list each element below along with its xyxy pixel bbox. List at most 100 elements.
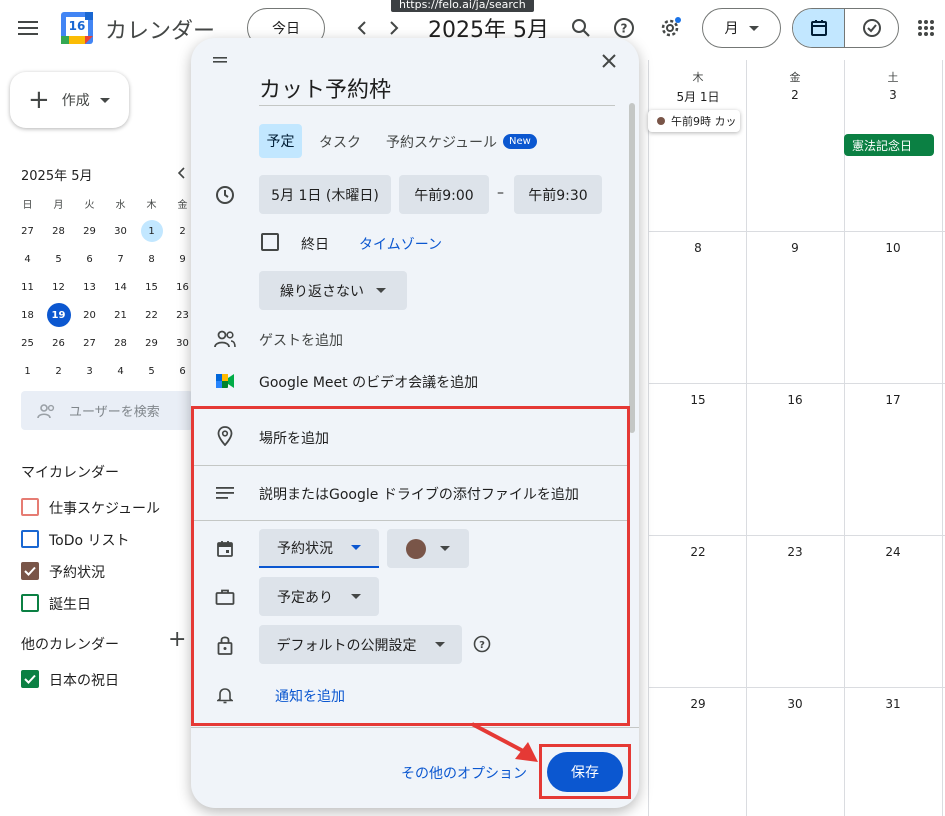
day-number[interactable]: 30 <box>780 697 810 711</box>
mini-day[interactable]: 28 <box>43 217 74 245</box>
scrollbar[interactable] <box>629 103 635 433</box>
calendar-checkbox-checked[interactable] <box>21 670 39 688</box>
mini-day-selected-label: 1 <box>140 220 163 242</box>
mini-day[interactable]: 4 <box>12 245 43 273</box>
mini-day[interactable]: 6 <box>74 245 105 273</box>
search-icon[interactable] <box>569 16 593 40</box>
view-toggle <box>792 8 899 48</box>
chevron-down-icon <box>99 97 110 103</box>
view-select[interactable]: 月 <box>702 8 781 48</box>
day-number[interactable]: 23 <box>780 545 810 559</box>
start-time-chip[interactable]: 午前9:00 <box>399 175 489 214</box>
grid-line <box>942 60 943 816</box>
mini-day[interactable]: 27 <box>12 217 43 245</box>
day-header-date[interactable]: 5月 1日 <box>668 88 728 105</box>
day-number[interactable]: 9 <box>780 241 810 255</box>
mini-day[interactable]: 1 <box>12 357 43 385</box>
mini-day[interactable]: 28 <box>105 329 136 357</box>
day-header-date[interactable]: 2 <box>780 88 810 102</box>
mini-week-row: 11 12 13 14 15 16 <box>12 273 198 301</box>
mini-day[interactable]: 29 <box>136 329 167 357</box>
mini-day[interactable]: 15 <box>136 273 167 301</box>
mini-weekday: 水 <box>115 199 126 211</box>
mini-week-row: 1 2 3 4 5 6 <box>12 357 198 385</box>
mini-day[interactable]: 22 <box>136 301 167 329</box>
add-guests-field[interactable]: ゲストを追加 <box>259 330 343 350</box>
day-number[interactable]: 15 <box>683 393 713 407</box>
main-menu-icon[interactable] <box>16 16 40 40</box>
prev-period-icon[interactable] <box>350 16 374 40</box>
day-number[interactable]: 24 <box>878 545 908 559</box>
mini-day[interactable]: 25 <box>12 329 43 357</box>
mini-week-row: 27 28 29 30 1 2 <box>12 217 198 245</box>
day-number[interactable]: 16 <box>780 393 810 407</box>
tab-event[interactable]: 予定 <box>259 124 302 158</box>
day-number[interactable]: 10 <box>878 241 908 255</box>
event-chip[interactable]: 午前9時 カッ <box>648 110 740 132</box>
calendar-checkbox[interactable] <box>21 498 39 516</box>
mini-day[interactable]: 5 <box>43 245 74 273</box>
my-calendars-heading[interactable]: マイカレンダー <box>21 462 119 482</box>
mini-day[interactable]: 2 <box>43 357 74 385</box>
mini-day[interactable]: 26 <box>43 329 74 357</box>
mini-day[interactable]: 12 <box>43 273 74 301</box>
day-number[interactable]: 17 <box>878 393 908 407</box>
annotation-save-box <box>539 744 631 799</box>
mini-day[interactable]: 11 <box>12 273 43 301</box>
logo-day: 16 <box>68 19 86 33</box>
mini-day[interactable]: 8 <box>136 245 167 273</box>
mini-day[interactable]: 14 <box>105 273 136 301</box>
mini-day[interactable]: 7 <box>105 245 136 273</box>
calendar-checkbox[interactable] <box>21 530 39 548</box>
mini-day[interactable]: 13 <box>74 273 105 301</box>
calendar-checkbox-checked[interactable] <box>21 562 39 580</box>
mini-day[interactable]: 20 <box>74 301 105 329</box>
day-number[interactable]: 22 <box>683 545 713 559</box>
day-header-date[interactable]: 3 <box>878 88 908 102</box>
mini-day[interactable]: 4 <box>105 357 136 385</box>
next-period-icon[interactable] <box>382 16 406 40</box>
create-button[interactable]: + 作成 <box>10 72 129 128</box>
people-search[interactable]: ユーザーを検索 <box>21 391 193 430</box>
mini-day[interactable]: 27 <box>74 329 105 357</box>
calendar-view-icon[interactable] <box>793 9 846 47</box>
mini-day[interactable]: 18 <box>12 301 43 329</box>
day-number[interactable]: 31 <box>878 697 908 711</box>
mini-prev-icon[interactable] <box>174 165 190 181</box>
mini-weekday: 木 <box>146 199 157 211</box>
mini-day[interactable]: 30 <box>105 217 136 245</box>
close-icon[interactable] <box>599 51 619 71</box>
help-icon[interactable]: ? <box>612 16 636 40</box>
allday-label: 終日 <box>301 237 329 253</box>
settings-icon[interactable] <box>658 16 682 40</box>
mini-day[interactable]: 21 <box>105 301 136 329</box>
tab-task[interactable]: タスク <box>319 132 361 152</box>
date-chip[interactable]: 5月 1日 (木曜日) <box>259 175 391 214</box>
mini-calendar-title: 2025年 5月 <box>21 169 93 184</box>
mini-day[interactable]: 29 <box>74 217 105 245</box>
day-number[interactable]: 29 <box>683 697 713 711</box>
mini-day-today[interactable]: 19 <box>43 301 74 329</box>
allday-checkbox[interactable] <box>261 233 279 251</box>
end-time-chip[interactable]: 午前9:30 <box>514 175 602 214</box>
timezone-link[interactable]: タイムゾーン <box>359 234 442 254</box>
repeat-select[interactable]: 繰り返さない <box>259 271 407 310</box>
mini-day[interactable]: 5 <box>136 357 167 385</box>
grid-line <box>648 231 945 232</box>
add-other-calendar-icon[interactable]: + <box>168 629 186 651</box>
event-title-input[interactable]: カット予約枠 <box>259 72 615 106</box>
grid-line <box>746 60 747 816</box>
mini-day[interactable]: 3 <box>74 357 105 385</box>
drag-handle-icon[interactable] <box>211 53 229 67</box>
tasks-view-icon[interactable] <box>845 9 898 47</box>
day-number[interactable]: 8 <box>683 241 713 255</box>
add-meet-field[interactable]: Google Meet のビデオ会議を追加 <box>259 372 478 392</box>
url-tooltip: https://felo.ai/ja/search <box>391 0 534 12</box>
holiday-chip[interactable]: 憲法記念日 <box>844 134 934 156</box>
tab-appointment[interactable]: 予約スケジュール <box>386 132 497 152</box>
other-calendars-heading[interactable]: 他のカレンダー <box>21 634 119 654</box>
mini-day-selected[interactable]: 1 <box>136 217 167 245</box>
apps-grid-icon[interactable] <box>914 16 938 40</box>
holiday-label: 憲法記念日 <box>852 138 913 153</box>
calendar-checkbox[interactable] <box>21 594 39 612</box>
